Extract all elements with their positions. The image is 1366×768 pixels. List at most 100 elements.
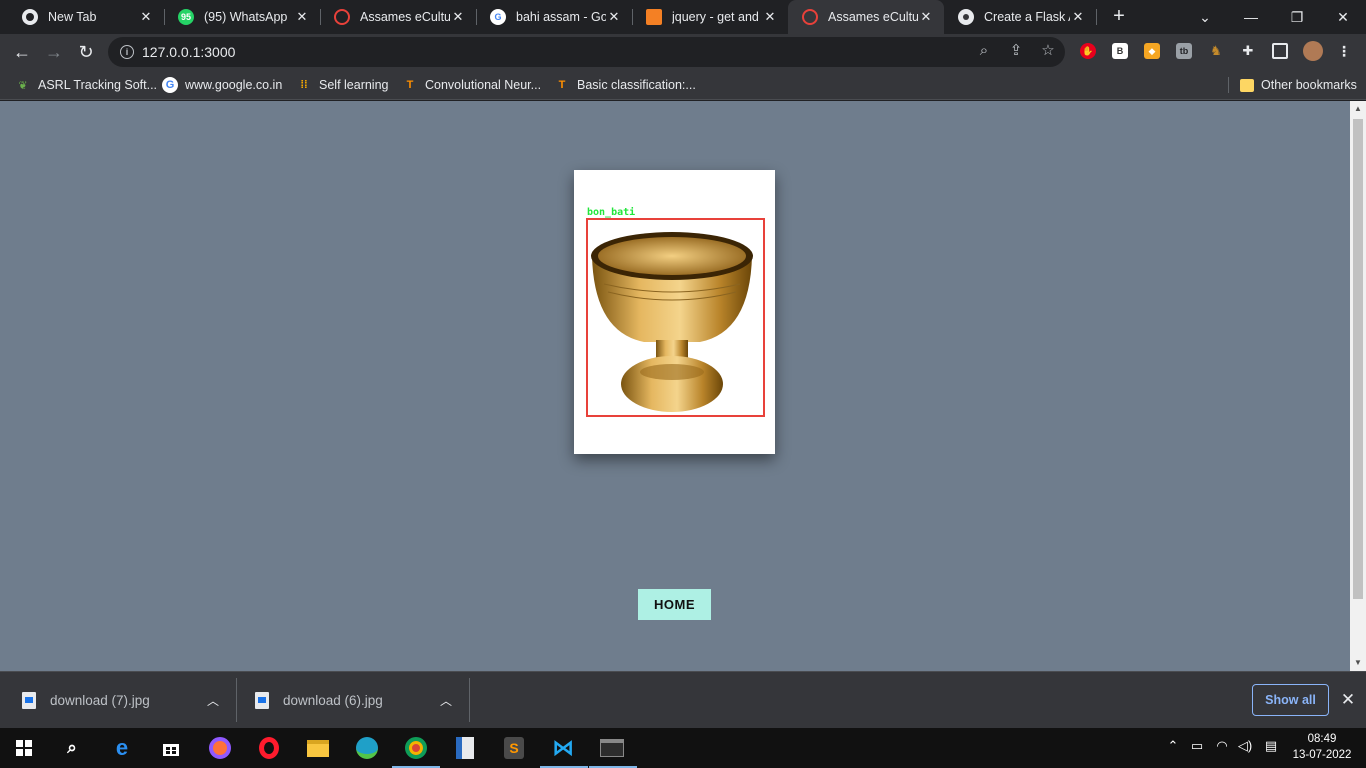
tab-strip: New Tab ✕ 95 (95) WhatsApp ✕ Assames eCu… [0, 0, 1366, 34]
address-bar[interactable]: i 127.0.0.1:3000 [108, 37, 1065, 67]
browser-toolbar: ← → ↻ i 127.0.0.1:3000 ⌕ ⇪ ☆ ✋ B ◆ tb ♞ … [0, 34, 1366, 70]
adblock-extension-icon[interactable]: ✋ [1080, 43, 1096, 59]
close-icon[interactable]: ✕ [918, 9, 934, 25]
stackoverflow-icon [646, 9, 662, 25]
tab-title: Create a Flask Ap [984, 10, 1070, 24]
url-text: 127.0.0.1:3000 [142, 44, 236, 60]
minimize-icon[interactable]: — [1228, 0, 1274, 34]
bookmark-item[interactable]: T Convolutional Neur... [402, 76, 541, 94]
tab-title: Assames eCultura [828, 10, 918, 24]
page-scrollbar[interactable]: ▲ ▼ [1350, 101, 1366, 671]
close-icon[interactable]: ✕ [606, 9, 622, 25]
close-icon[interactable]: ✕ [762, 9, 778, 25]
leaf-icon: ❦ [18, 79, 28, 92]
tb-extension-icon[interactable]: tb [1176, 43, 1192, 59]
share-icon[interactable]: ⇪ [1007, 41, 1025, 59]
search-icon[interactable]: ⌕ [58, 734, 86, 762]
tab-title: bahi assam - Goo [516, 10, 606, 24]
bookmark-label: Convolutional Neur... [425, 78, 542, 92]
new-tab-button[interactable]: + [1108, 5, 1130, 27]
tab-assames-ecultura-1[interactable]: Assames eCultura ✕ [320, 0, 476, 34]
chevron-up-icon[interactable]: ⌃ [1166, 738, 1180, 754]
back-arrow-icon[interactable]: ← [8, 38, 36, 66]
restore-icon[interactable]: ❐ [1274, 0, 1320, 34]
zoom-icon[interactable]: ⌕ [975, 41, 993, 59]
scroll-up-icon[interactable]: ▲ [1353, 103, 1363, 113]
bookmark-item[interactable]: G www.google.co.in [162, 76, 282, 94]
notifications-icon[interactable]: ▤ [1262, 738, 1280, 754]
download-filename: download (6).jpg [283, 693, 383, 708]
bookmark-item[interactable]: ⁞⁞ Self learning [296, 76, 389, 94]
battery-icon[interactable]: ▭ [1188, 738, 1206, 754]
other-bookmarks-folder[interactable]: Other bookmarks [1240, 76, 1357, 94]
bookmark-label: ASRL Tracking Soft... [38, 78, 158, 92]
clock-time: 08:49 [1307, 733, 1337, 745]
system-clock[interactable]: 08:49 13-07-2022 [1290, 731, 1354, 763]
clock-date: 13-07-2022 [1292, 749, 1352, 761]
menu-kebab-icon[interactable]: ⋮ [1336, 43, 1352, 59]
close-icon[interactable]: ✕ [1070, 9, 1086, 25]
bookmark-item[interactable]: ❦ ASRL Tracking Soft... [15, 76, 157, 94]
bookmark-star-icon[interactable]: ☆ [1039, 41, 1057, 59]
bookmark-item[interactable]: T Basic classification:... [554, 76, 696, 94]
tab-assames-ecultura-active[interactable]: Assames eCultura ✕ [788, 0, 944, 34]
tab-title: jquery - get and l [672, 10, 762, 24]
bookmarks-bar: ❦ ASRL Tracking Soft... G www.google.co.… [0, 70, 1366, 100]
firefox-icon[interactable] [206, 734, 234, 762]
sublime-text-icon[interactable]: S [500, 734, 528, 762]
reload-icon[interactable]: ↻ [72, 38, 100, 66]
tab-flask[interactable]: Create a Flask Ap ✕ [944, 0, 1096, 34]
site-info-icon[interactable]: i [120, 45, 134, 59]
tensorflow-icon: T [406, 79, 414, 91]
download-separator [469, 678, 470, 722]
scroll-down-icon[interactable]: ▼ [1353, 657, 1363, 667]
close-icon[interactable]: ✕ [1339, 690, 1357, 709]
owl-extension-icon[interactable]: ♞ [1208, 43, 1224, 59]
chrome-icon[interactable] [402, 734, 430, 762]
edge-legacy-icon[interactable]: e [108, 734, 136, 762]
download-item[interactable]: download (7).jpg [22, 672, 150, 729]
tab-google-search[interactable]: G bahi assam - Goo ✕ [476, 0, 632, 34]
close-window-icon[interactable]: ✕ [1320, 0, 1366, 34]
page-viewport: bon_bati HOME [0, 101, 1350, 671]
edge-icon[interactable] [353, 734, 381, 762]
tab-stackoverflow[interactable]: jquery - get and l ✕ [632, 0, 788, 34]
show-all-button[interactable]: Show all [1252, 684, 1329, 716]
google-icon: G [490, 9, 506, 25]
home-button[interactable]: HOME [638, 589, 711, 620]
orange-extension-icon[interactable]: ◆ [1144, 43, 1160, 59]
image-file-icon [22, 692, 36, 709]
image-file-icon [255, 692, 269, 709]
opera-icon [802, 9, 818, 25]
whatsapp-icon: 95 [178, 9, 194, 25]
download-separator [236, 678, 237, 722]
tab-new-tab[interactable]: New Tab ✕ [8, 0, 164, 34]
avatar[interactable] [1303, 41, 1323, 61]
libreoffice-writer-icon[interactable] [451, 734, 479, 762]
vscode-icon[interactable]: ⋈ [549, 734, 577, 762]
b-extension-icon[interactable]: B [1112, 43, 1128, 59]
side-panel-icon[interactable] [1272, 43, 1288, 59]
file-explorer-icon[interactable] [304, 734, 332, 762]
extensions-puzzle-icon[interactable]: ✚ [1240, 43, 1256, 59]
store-icon[interactable] [157, 734, 185, 762]
forward-arrow-icon[interactable]: → [40, 38, 68, 66]
bookmark-separator [1228, 77, 1229, 93]
tab-search-icon[interactable]: ⌄ [1182, 0, 1228, 34]
volume-icon[interactable]: ◁) [1236, 738, 1254, 754]
chevron-up-icon[interactable]: ︿ [205, 692, 221, 708]
wifi-icon[interactable]: ◠ [1213, 738, 1231, 754]
close-icon[interactable]: ✕ [294, 9, 310, 25]
close-icon[interactable]: ✕ [138, 9, 154, 25]
windows-start-icon[interactable] [10, 734, 38, 762]
tab-whatsapp[interactable]: 95 (95) WhatsApp ✕ [164, 0, 320, 34]
bookmark-label: Basic classification:... [577, 78, 696, 92]
chrome-icon [22, 9, 38, 25]
close-icon[interactable]: ✕ [450, 9, 466, 25]
download-item[interactable]: download (6).jpg [255, 672, 383, 729]
chevron-up-icon[interactable]: ︿ [438, 692, 454, 708]
terminal-icon[interactable] [598, 734, 626, 762]
bookmark-label: Self learning [319, 78, 389, 92]
opera-icon[interactable] [255, 734, 283, 762]
scroll-thumb[interactable] [1353, 119, 1363, 599]
